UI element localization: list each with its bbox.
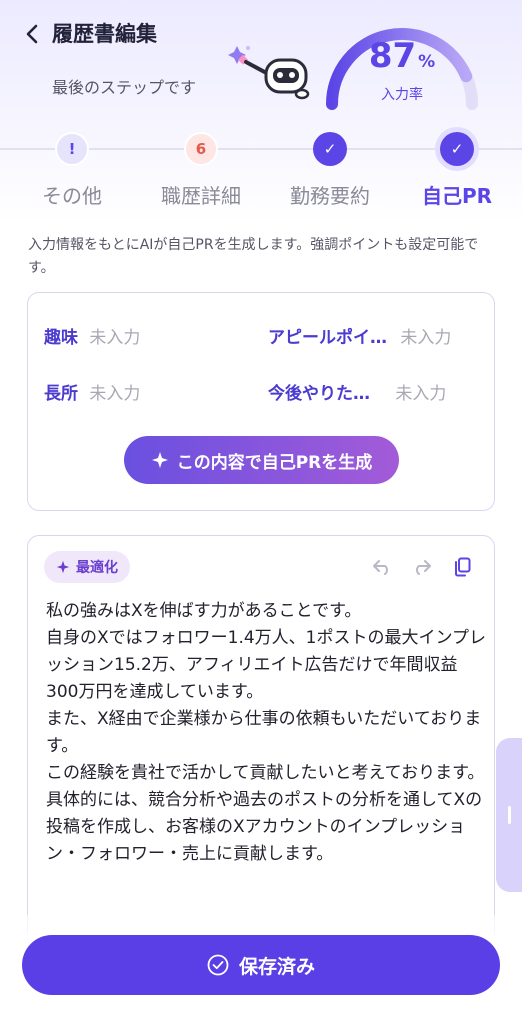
pr-text-editor[interactable]: 私の強みはXを伸ばす力があることです。 自身のXではフォロワー1.4万人、1ポス… <box>46 598 486 868</box>
field-value: 未入力 <box>89 384 141 404</box>
check-icon: ✓ <box>313 132 347 166</box>
step-label: 職歴詳細 <box>161 184 241 208</box>
field-label: アピールポイ… <box>268 328 387 348</box>
chevron-left-icon <box>26 24 38 44</box>
field-value: 未入力 <box>89 328 141 348</box>
handle-bar <box>507 806 511 824</box>
step-work-details[interactable]: 6 職歴詳細 <box>136 120 266 209</box>
count-badge: 6 <box>184 132 218 166</box>
input-summary-card: 趣味 未入力 アピールポイ… 未入力 長所 未入力 今後やりた… 未入力 この内… <box>27 292 495 511</box>
optimize-label: 最適化 <box>76 560 118 576</box>
side-drawer-handle[interactable] <box>496 738 522 892</box>
copy-button[interactable] <box>450 555 474 579</box>
copy-icon <box>455 557 471 577</box>
check-icon: ✓ <box>440 132 474 166</box>
progress-unit: % <box>418 52 436 72</box>
undo-button[interactable] <box>370 555 394 579</box>
description-text: 入力情報をもとにAIが自己PRを生成します。強調ポイントも設定可能です。 <box>28 237 479 276</box>
robot-mascot-icon <box>228 46 310 100</box>
generate-pr-button[interactable]: この内容で自己PRを生成 <box>124 436 399 484</box>
pr-result-card: 最適化 私の強みはXを伸ばす力があることです。 自身のXではフォロワー1.4万人… <box>27 535 495 935</box>
save-label: 保存済み <box>238 955 315 978</box>
generate-pr-label: この内容で自己PRを生成 <box>176 452 373 473</box>
field-value: 未入力 <box>400 328 452 348</box>
field-label: 趣味 <box>44 328 78 348</box>
field-hobby[interactable]: 趣味 未入力 <box>44 323 140 348</box>
step-other[interactable]: ! その他 <box>7 120 137 209</box>
undo-icon <box>373 560 388 575</box>
save-button[interactable]: 保存済み <box>22 935 500 995</box>
sparkle-icon <box>151 452 168 468</box>
optimize-badge[interactable]: 最適化 <box>44 551 130 583</box>
field-value: 未入力 <box>395 384 447 404</box>
redo-button[interactable] <box>410 555 434 579</box>
check-circle-icon <box>207 954 229 976</box>
step-label: その他 <box>42 184 102 208</box>
field-label: 長所 <box>44 384 78 404</box>
progress-label: 入力率 <box>381 87 423 103</box>
warning-icon: ! <box>55 132 89 166</box>
page-title: 履歴書編集 <box>52 22 157 46</box>
back-button[interactable] <box>18 20 46 48</box>
step-work-summary[interactable]: ✓ 勤務要約 <box>265 120 395 209</box>
step-label: 勤務要約 <box>290 184 370 208</box>
sparkle-icon <box>56 560 70 574</box>
field-future-goals[interactable]: 今後やりた… 未入力 <box>268 379 446 404</box>
page-subtitle: 最後のステップです <box>52 78 197 97</box>
field-appeal-point[interactable]: アピールポイ… 未入力 <box>268 323 451 348</box>
step-self-pr[interactable]: ✓ 自己PR <box>392 120 522 209</box>
progress-value: 87% <box>312 36 492 76</box>
field-strength[interactable]: 長所 未入力 <box>44 379 140 404</box>
redo-icon <box>416 560 431 575</box>
field-label: 今後やりた… <box>268 384 370 404</box>
progress-number: 87 <box>368 36 417 76</box>
step-label: 自己PR <box>421 184 493 208</box>
